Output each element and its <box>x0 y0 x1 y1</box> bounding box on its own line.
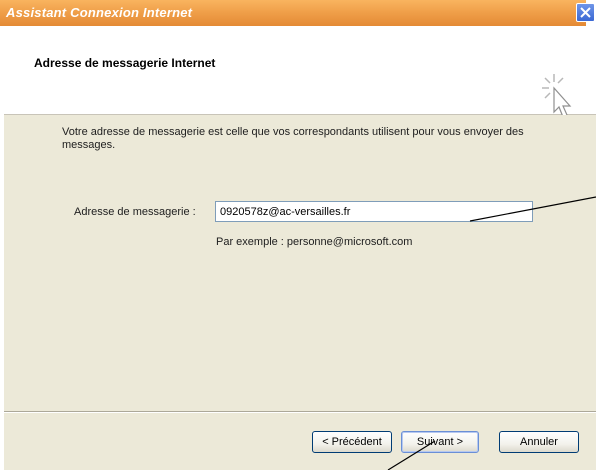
email-example-text: Par exemple : personne@microsoft.com <box>216 236 413 248</box>
next-button[interactable]: Suivant > <box>401 431 479 453</box>
email-label: Adresse de messagerie : <box>74 206 196 218</box>
previous-button[interactable]: < Précédent <box>312 431 392 453</box>
page-title: Adresse de messagerie Internet <box>34 56 216 70</box>
close-button[interactable] <box>576 3 595 22</box>
wizard-window: Assistant Connexion Internet Adresse de … <box>0 0 596 470</box>
wizard-body: Votre adresse de messagerie est celle qu… <box>4 115 596 411</box>
title-bar: Assistant Connexion Internet <box>0 0 586 26</box>
cancel-button[interactable]: Annuler <box>499 431 579 453</box>
window-title: Assistant Connexion Internet <box>6 5 193 20</box>
wizard-header: Adresse de messagerie Internet <box>4 26 596 118</box>
close-icon <box>580 7 591 18</box>
email-input[interactable] <box>215 201 533 222</box>
wizard-footer: < Précédent Suivant > Annuler <box>4 413 596 470</box>
description-text: Votre adresse de messagerie est celle qu… <box>62 126 524 151</box>
